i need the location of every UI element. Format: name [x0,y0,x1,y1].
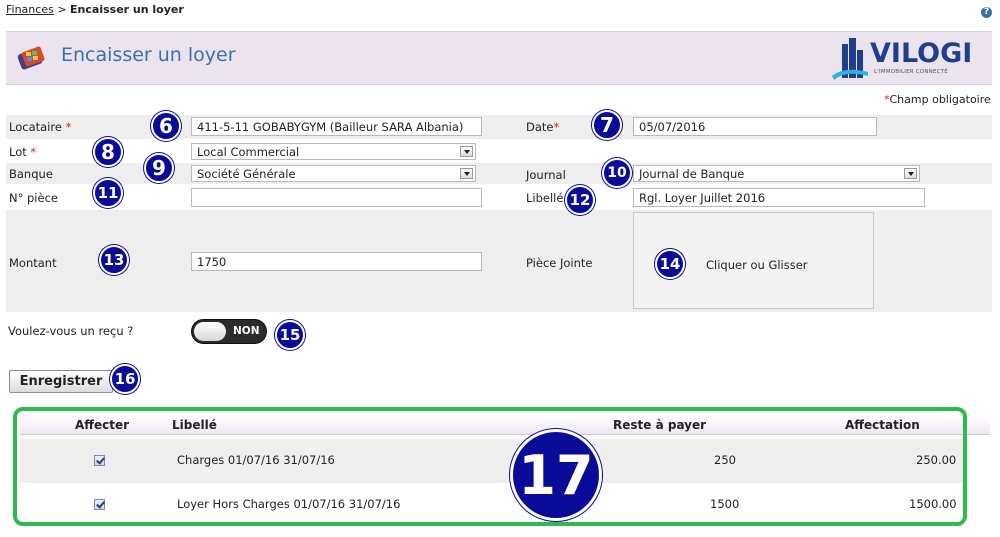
breadcrumb: Finances > Encaisser un loyer [6,3,184,16]
annotation-badge-10: 10 [602,158,632,188]
annotation-badge-14: 14 [655,249,685,279]
logo-text: VILOGI [870,38,973,69]
piece-number-field[interactable] [191,188,482,207]
lot-label: Lot * [9,145,37,159]
page-header: Encaisser un loyer VILOGI L'IMMOBILIER C… [6,31,992,85]
annotation-badge-6: 6 [151,111,181,141]
date-field[interactable]: 05/07/2016 [633,117,877,136]
drop-zone-text: Cliquer ou Glisser [706,258,808,272]
calculator-icon [17,46,45,70]
banque-select[interactable]: Société Générale [191,165,476,182]
breadcrumb-finances-link[interactable]: Finances [6,3,54,16]
montant-field[interactable]: 1750 [191,252,482,271]
save-button[interactable]: Enregistrer [9,370,113,393]
page-title: Encaisser un loyer [61,44,236,66]
piece-jointe-label: Pièce Jointe [526,256,593,270]
date-label: Date* [526,120,560,134]
vilogi-logo: VILOGI L'IMMOBILIER CONNECTÉ [830,36,990,82]
piece-label: N° pièce [9,191,58,205]
annotation-badge-15: 15 [275,320,305,350]
journal-label: Journal [526,168,566,182]
toggle-label: NON [233,325,260,337]
locataire-field[interactable]: 411-5-11 GOBABYGYM (Bailleur SARA Albani… [191,117,482,136]
annotation-badge-11: 11 [93,178,123,208]
annotation-badge-16: 16 [110,364,140,394]
annotation-badge-7: 7 [592,110,622,140]
annotation-badge-8: 8 [93,137,123,167]
banque-label: Banque [9,167,53,181]
receipt-toggle[interactable]: NON [191,319,267,344]
annotation-badge-9: 9 [144,153,174,183]
journal-select[interactable]: Journal de Banque [633,165,920,182]
required-field-note: *Champ obligatoire [884,93,991,106]
lot-select[interactable]: Local Commercial [191,143,476,160]
receipt-question: Voulez-vous un reçu ? [8,324,134,338]
help-icon[interactable]: ? [981,7,992,18]
chevron-down-icon[interactable] [904,168,917,179]
montant-label: Montant [9,256,57,270]
libelle-field[interactable]: Rgl. Loyer Juillet 2016 [633,188,925,207]
annotation-badge-13: 13 [99,245,129,275]
annotation-badge-17: 17 [510,429,602,521]
form-row-piece: N° pièce Libellé Rgl. Loyer Juillet 2016 [6,186,992,210]
chevron-down-icon[interactable] [460,146,473,157]
building-logo-icon [832,38,868,80]
table-highlight-frame [13,407,967,526]
logo-tagline: L'IMMOBILIER CONNECTÉ [874,69,948,75]
breadcrumb-current: Encaisser un loyer [70,3,184,16]
toggle-knob[interactable] [194,322,226,341]
locataire-label: Locataire * [9,120,72,134]
annotation-badge-12: 12 [565,185,595,215]
chevron-down-icon[interactable] [460,168,473,179]
libelle-label: Libellé [526,191,564,205]
breadcrumb-separator: > [53,3,71,16]
